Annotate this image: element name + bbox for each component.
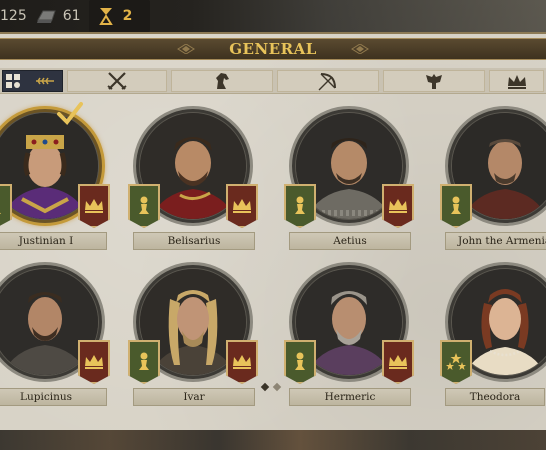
unit-badge <box>284 184 316 228</box>
tab-navy[interactable] <box>382 69 486 92</box>
general-name: Hermeric <box>289 388 411 406</box>
pawn-icon <box>139 196 149 214</box>
crown-icon <box>389 355 407 369</box>
general-card-ivar[interactable]: Ivar <box>128 262 258 412</box>
ornament-right-icon <box>350 44 369 54</box>
eagle-icon <box>426 73 442 89</box>
unit-badge <box>284 340 316 384</box>
resource-iron-value: 61 <box>62 8 81 24</box>
unit-badge <box>128 184 160 228</box>
selected-check-icon <box>57 102 83 126</box>
medal-icon <box>95 5 117 27</box>
filter-tabs <box>0 68 546 94</box>
rank-badge <box>382 184 414 228</box>
general-card-john-the-armenian[interactable]: John the Armenian <box>440 106 546 256</box>
crown-icon <box>233 199 251 213</box>
crossed-swords-icon <box>107 71 127 90</box>
general-name: Theodora <box>445 388 545 406</box>
resource-medals: 2 <box>88 0 151 32</box>
stars-icon <box>446 353 466 370</box>
tab-royal[interactable] <box>489 69 544 92</box>
unit-badge <box>128 340 160 384</box>
general-card-lupicinus[interactable]: Lupicinus <box>0 262 110 412</box>
general-name: Ivar <box>133 388 255 406</box>
iron-icon <box>35 5 57 27</box>
rank-badge <box>382 340 414 384</box>
unit-badge <box>440 340 472 384</box>
general-name: Aetius <box>289 232 411 250</box>
pawn-icon <box>295 196 305 214</box>
general-card-hermeric[interactable]: Hermeric <box>284 262 414 412</box>
resource-bar: 125 61 2 <box>0 0 546 32</box>
pawn-icon <box>451 196 461 214</box>
tab-all[interactable] <box>2 69 63 92</box>
resource-iron: 61 <box>35 0 89 32</box>
page-indicator <box>260 382 282 392</box>
crown-icon <box>233 355 251 369</box>
crown-icon <box>85 199 103 213</box>
ornament-left-icon <box>177 44 196 54</box>
resource-medals-value: 2 <box>122 8 133 24</box>
pawn-icon <box>295 352 305 370</box>
panel-title-bar: GENERAL <box>0 38 546 60</box>
horse-head-icon <box>215 72 229 89</box>
tab-cavalry[interactable] <box>170 69 273 92</box>
crown-icon <box>85 355 103 369</box>
page-dot[interactable] <box>272 382 282 392</box>
pawn-icon <box>0 204 1 214</box>
rank-badge <box>226 340 258 384</box>
pawn-icon <box>139 352 149 370</box>
rank-badge <box>78 184 110 228</box>
page-dot-active[interactable] <box>260 382 270 392</box>
crown-icon <box>507 74 526 89</box>
general-name: Belisarius <box>133 232 255 250</box>
unit-badge <box>440 184 472 228</box>
general-name: Lupicinus <box>0 388 107 406</box>
general-card-belisarius[interactable]: Belisarius <box>128 106 258 256</box>
tab-infantry[interactable] <box>66 69 167 92</box>
crown-icon <box>389 199 407 213</box>
tab-archer[interactable] <box>276 69 379 92</box>
rank-badge <box>78 340 110 384</box>
general-card-theodora[interactable]: Theodora <box>440 262 546 412</box>
unit-badge <box>0 184 12 228</box>
general-card-aetius[interactable]: Aetius <box>284 106 414 256</box>
rank-badge <box>226 184 258 228</box>
bow-icon <box>318 72 336 90</box>
panel-title: GENERAL <box>229 40 317 58</box>
general-card-justinian[interactable]: Justinian I <box>0 102 110 256</box>
grid-filter-icon <box>6 73 55 88</box>
general-name: Justinian I <box>0 232 107 250</box>
resource-troops-value: 125 <box>0 8 27 24</box>
general-name: John the Armenian <box>445 232 546 250</box>
resource-troops: 125 <box>0 0 35 32</box>
